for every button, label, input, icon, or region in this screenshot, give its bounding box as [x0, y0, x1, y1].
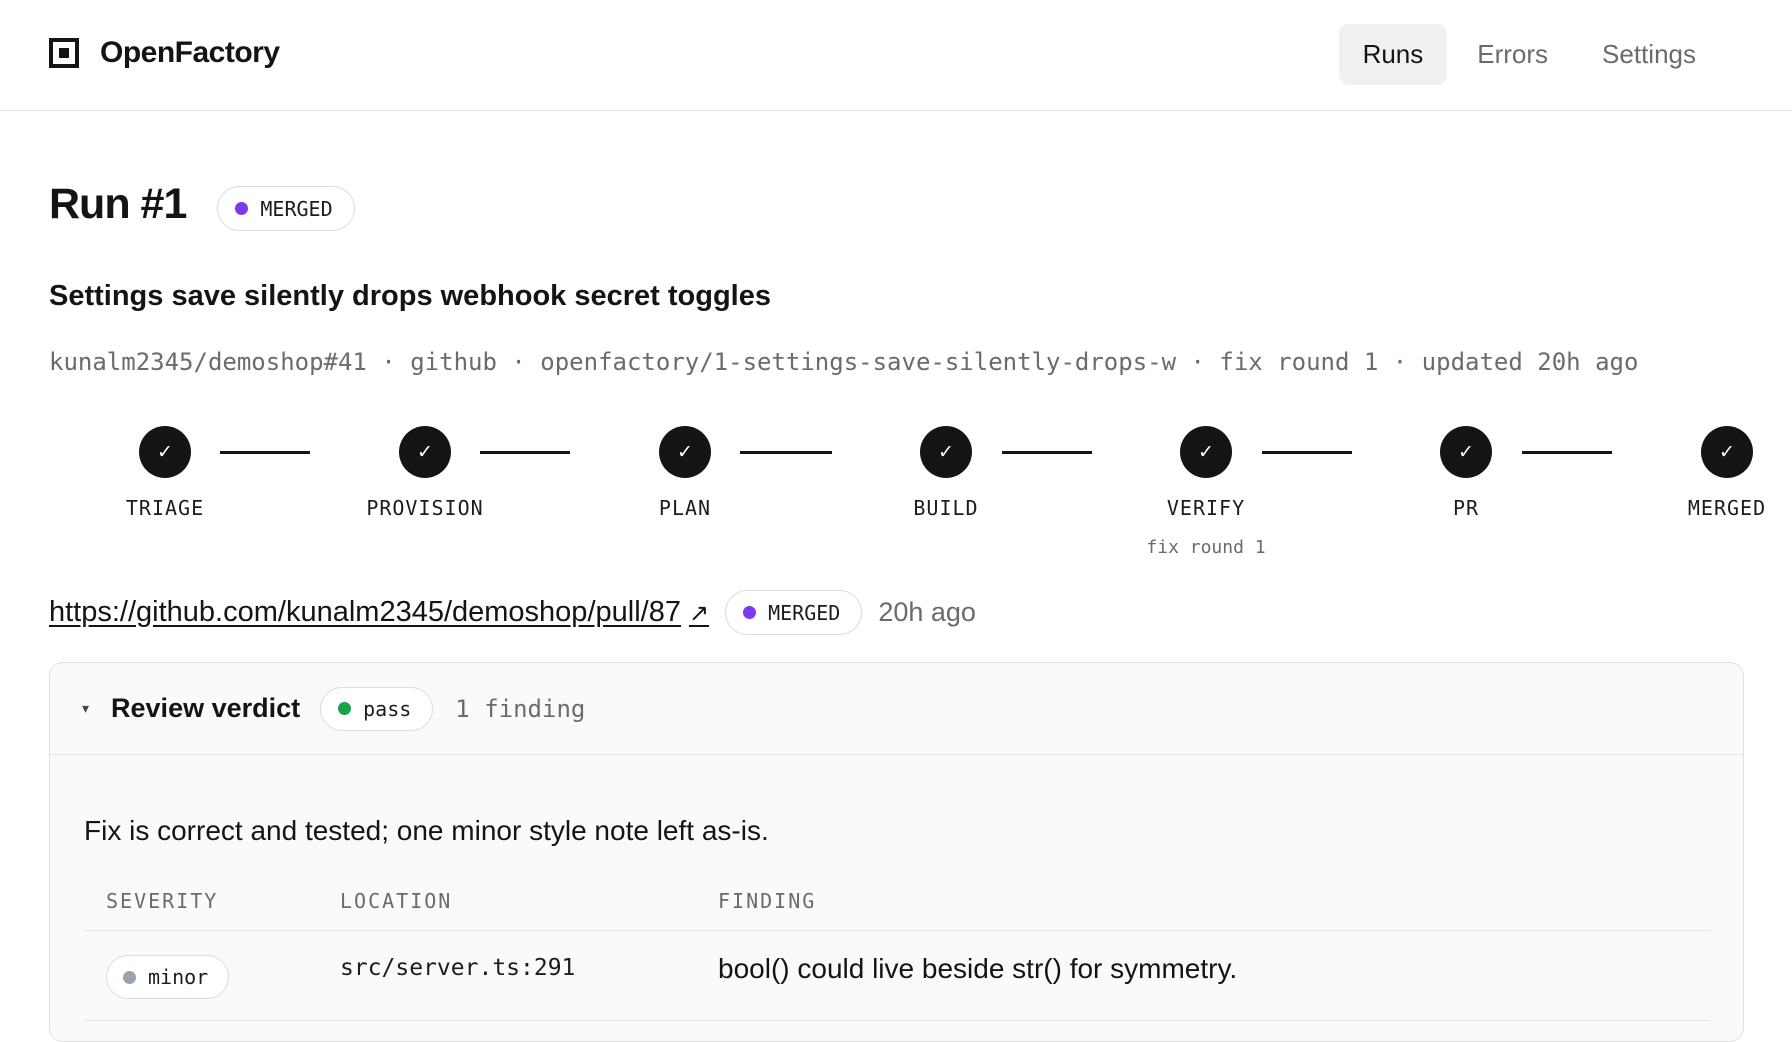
step-sublabel: fix round 1 — [1146, 537, 1266, 558]
pr-status-badge: MERGED — [725, 590, 863, 635]
check-icon: ✓ — [920, 426, 972, 478]
nav-settings[interactable]: Settings — [1578, 24, 1720, 85]
check-icon: ✓ — [1180, 426, 1232, 478]
status-dot-icon — [743, 606, 757, 619]
nav-errors[interactable]: Errors — [1453, 24, 1572, 85]
status-dot-icon — [338, 702, 352, 715]
pr-url: https://github.com/kunalm2345/demoshop/p… — [49, 596, 681, 628]
app-name: OpenFactory — [100, 36, 280, 69]
page-title: Run #1 — [49, 180, 187, 228]
caret-down-icon[interactable]: ▾ — [82, 700, 89, 717]
step-label: PROVISION — [366, 496, 484, 520]
table-header: SEVERITY LOCATION FINDING — [84, 875, 1710, 931]
run-status-badge: MERGED — [217, 186, 355, 231]
nav-runs[interactable]: Runs — [1338, 24, 1448, 85]
review-title: Review verdict — [111, 693, 301, 723]
pr-status-label: MERGED — [768, 600, 841, 625]
run-status-label: MERGED — [260, 196, 333, 221]
step-verify: ✓ VERIFY fix round 1 — [1116, 426, 1296, 558]
pr-link[interactable]: https://github.com/kunalm2345/demoshop/p… — [49, 596, 709, 629]
status-dot-icon — [235, 202, 249, 215]
pr-timestamp: 20h ago — [878, 597, 976, 627]
check-icon: ✓ — [399, 426, 451, 478]
column-header-severity: SEVERITY — [106, 889, 219, 913]
top-navbar: OpenFactory Runs Errors Settings — [0, 0, 1792, 111]
step-build: ✓ BUILD — [856, 426, 1036, 520]
step-provision: ✓ PROVISION — [335, 426, 515, 520]
finding-count: 1 finding — [455, 694, 586, 723]
check-icon: ✓ — [139, 426, 191, 478]
check-icon: ✓ — [1701, 426, 1753, 478]
step-label: MERGED — [1687, 496, 1767, 520]
run-title-row: Run #1 MERGED — [49, 178, 355, 231]
review-verdict-header[interactable]: ▾ Review verdict pass 1 finding — [50, 663, 1743, 755]
verdict-label: pass — [363, 696, 412, 721]
findings-table: SEVERITY LOCATION FINDING minor src/serv… — [84, 875, 1710, 1021]
step-label: VERIFY — [1166, 496, 1246, 520]
review-verdict-panel: ▾ Review verdict pass 1 finding Fix is c… — [49, 662, 1744, 1042]
check-icon: ✓ — [1440, 426, 1492, 478]
pipeline-stepper: ✓ TRIAGE ✓ PROVISION ✓ PLAN ✓ BUILD ✓ VE… — [60, 426, 1765, 576]
run-meta: kunalm2345/demoshop#41 · github · openfa… — [49, 348, 1639, 376]
step-label: TRIAGE — [125, 496, 205, 520]
finding-location: src/server.ts:291 — [340, 955, 576, 981]
step-pr: ✓ PR — [1376, 426, 1556, 520]
step-label: PR — [1452, 496, 1480, 520]
column-header-location: LOCATION — [340, 889, 453, 913]
check-icon: ✓ — [659, 426, 711, 478]
run-subtitle: Settings save silently drops webhook sec… — [49, 280, 771, 312]
review-summary: Fix is correct and tested; one minor sty… — [84, 815, 769, 846]
step-triage: ✓ TRIAGE — [75, 426, 255, 520]
severity-badge: minor — [106, 955, 230, 999]
finding-text: bool() could live beside str() for symme… — [718, 953, 1238, 984]
severity-label: minor — [148, 965, 209, 989]
brand[interactable]: OpenFactory — [49, 36, 280, 70]
square-logo-icon — [49, 38, 79, 68]
pr-row: https://github.com/kunalm2345/demoshop/p… — [49, 590, 976, 635]
step-label: PLAN — [658, 496, 712, 520]
verdict-badge: pass — [320, 686, 434, 731]
external-link-icon: ↗ — [688, 600, 710, 627]
main-nav: Runs Errors Settings — [1333, 24, 1720, 85]
step-label: BUILD — [913, 496, 979, 520]
status-dot-icon — [123, 970, 136, 984]
step-merged: ✓ MERGED — [1637, 426, 1792, 520]
column-header-finding: FINDING — [718, 889, 817, 913]
step-plan: ✓ PLAN — [595, 426, 775, 520]
